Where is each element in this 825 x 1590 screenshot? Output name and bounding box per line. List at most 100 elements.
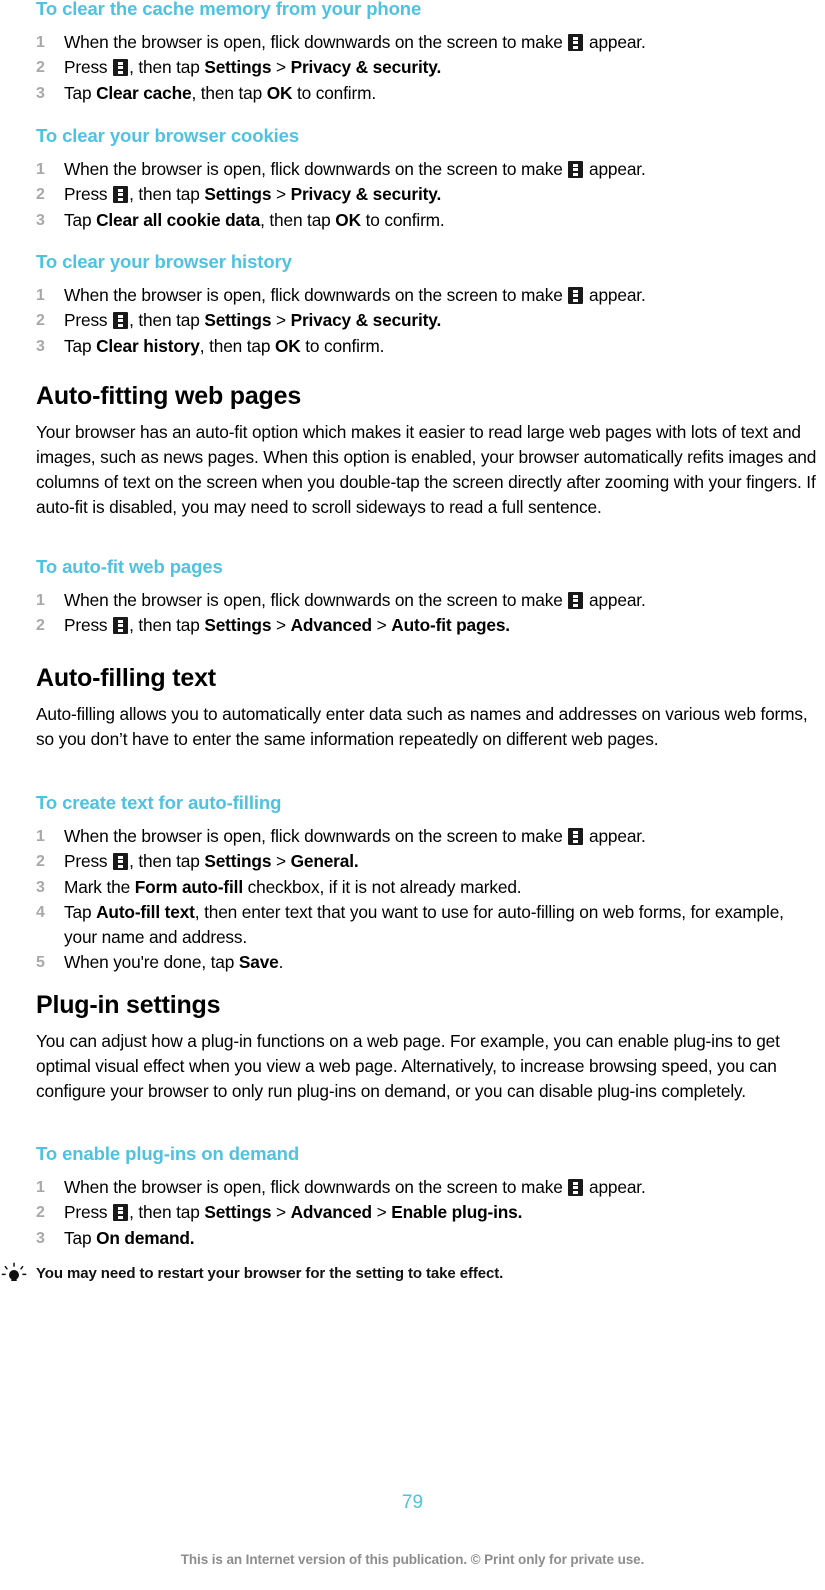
step-item: 3 Mark the Form auto-fill checkbox, if i… — [36, 875, 820, 900]
procedure-title: To clear your browser cookies — [36, 125, 300, 146]
step-item: 3 Tap Clear cache, then tap OK to confir… — [36, 81, 820, 106]
procedure-title: To clear the cache memory from your phon… — [36, 0, 422, 19]
step-text: Press , then tap Settings > Privacy & se… — [64, 57, 442, 78]
step-number: 2 — [36, 617, 45, 635]
section-title: Auto-filling text — [36, 664, 216, 692]
tip-note: You may need to restart your browser for… — [0, 1262, 825, 1284]
ui-label-save: Save — [238, 952, 279, 973]
separator: > — [376, 1202, 387, 1223]
step-item: 2 Press , then tap Settings > Privacy & … — [36, 182, 820, 207]
ui-label-advanced: Advanced — [290, 615, 373, 636]
overflow-menu-icon — [568, 1179, 584, 1196]
ui-label-ok: OK — [266, 82, 293, 103]
step-text: Press , then tap Settings > Advanced > E… — [64, 1202, 523, 1223]
overflow-menu-icon — [568, 828, 584, 845]
step-item: 1 When the browser is open, flick downwa… — [36, 283, 820, 308]
copyright-notice: This is an Internet version of this publ… — [180, 1552, 645, 1567]
step-number: 3 — [36, 211, 45, 229]
manual-page: To clear the cache memory from your phon… — [0, 0, 825, 1590]
ui-label-ok: OK — [275, 335, 301, 356]
separator: > — [376, 615, 387, 636]
step-number: 1 — [36, 287, 45, 304]
step-item: 1 When the browser is open, flick downwa… — [36, 30, 820, 55]
step-text: When the browser is open, flick downward… — [64, 32, 646, 52]
ui-label-privacy-security: Privacy & security. — [290, 310, 442, 331]
step-item: 2 Press , then tap Settings > Privacy & … — [36, 55, 820, 80]
ui-label-clear-cache: Clear cache — [96, 82, 192, 103]
procedure-enable-plug-ins-on-demand: To enable plug-ins on demand 1 When the … — [36, 1143, 820, 1251]
step-item: 2 Press , then tap Settings > General. — [36, 849, 820, 874]
ui-label-ok: OK — [335, 209, 361, 230]
procedure-clear-cookies: To clear your browser cookies 1 When the… — [36, 125, 820, 233]
ui-label-clear-history: Clear history — [96, 335, 200, 356]
ui-label-general: General. — [290, 851, 359, 872]
step-number: 4 — [36, 903, 45, 921]
separator: > — [275, 851, 286, 872]
section-body: Auto-filling allows you to automatically… — [36, 704, 808, 749]
ui-label-settings: Settings — [204, 851, 272, 872]
section-body: You can adjust how a plug-in functions o… — [36, 1031, 780, 1101]
step-number: 1 — [36, 1179, 45, 1196]
ui-label-on-demand: On demand. — [96, 1227, 195, 1248]
step-text: When the browser is open, flick downward… — [64, 590, 646, 610]
overflow-menu-icon — [568, 287, 584, 304]
ui-label-advanced: Advanced — [290, 1202, 373, 1223]
step-item: 2 Press , then tap Settings > Advanced >… — [36, 1200, 820, 1225]
ui-label-clear-all-cookie-data: Clear all cookie data — [96, 209, 261, 230]
section-plug-in-settings: Plug-in settings You can adjust how a pl… — [36, 990, 820, 1104]
procedure-auto-fit-web-pages: To auto-fit web pages 1 When the browser… — [36, 556, 820, 639]
procedure-title: To enable plug-ins on demand — [36, 1143, 300, 1164]
step-text: Press , then tap Settings > Privacy & se… — [64, 310, 442, 331]
ui-label-enable-plug-ins: Enable plug-ins. — [391, 1202, 523, 1223]
overflow-menu-icon — [568, 161, 584, 178]
section-auto-filling-text: Auto-filling text Auto-filling allows yo… — [36, 663, 820, 752]
ui-label-privacy-security: Privacy & security. — [290, 57, 442, 78]
step-number: 2 — [36, 186, 45, 204]
step-number: 2 — [36, 59, 45, 77]
step-text: When the browser is open, flick downward… — [64, 1177, 646, 1197]
step-text: Tap Clear cache, then tap OK to confirm. — [64, 82, 376, 103]
overflow-menu-icon — [113, 186, 129, 204]
ui-label-form-auto-fill: Form auto-fill — [134, 876, 243, 897]
step-text: Tap On demand. — [64, 1227, 195, 1248]
tip-text: You may need to restart your browser for… — [36, 1265, 504, 1282]
procedure-title: To auto-fit web pages — [36, 556, 223, 577]
lightbulb-icon — [1, 1262, 27, 1284]
ui-label-settings: Settings — [204, 615, 272, 636]
separator: > — [275, 615, 286, 636]
step-number: 3 — [36, 1229, 45, 1247]
overflow-menu-icon — [113, 617, 129, 635]
procedure-clear-history: To clear your browser history 1 When the… — [36, 251, 820, 359]
section-auto-fitting-web-pages: Auto-fitting web pages Your browser has … — [36, 381, 820, 520]
step-text: When the browser is open, flick downward… — [64, 826, 646, 846]
step-text: When the browser is open, flick downward… — [64, 285, 646, 305]
procedure-title: To create text for auto-filling — [36, 792, 282, 813]
step-number: 1 — [36, 34, 45, 51]
section-title: Plug-in settings — [36, 991, 221, 1019]
step-number: 1 — [36, 592, 45, 609]
step-text: Tap Auto-fill text, then enter text that… — [64, 901, 784, 948]
step-item: 1 When the browser is open, flick downwa… — [36, 588, 820, 613]
step-text: When you're done, tap Save. — [64, 952, 284, 973]
step-item: 1 When the browser is open, flick downwa… — [36, 157, 820, 182]
step-item: 5 When you're done, tap Save. — [36, 950, 820, 975]
step-text: Press , then tap Settings > Privacy & se… — [64, 184, 442, 205]
separator: > — [275, 184, 286, 205]
step-text: Tap Clear history, then tap OK to confir… — [64, 335, 385, 356]
overflow-menu-icon — [568, 592, 584, 609]
step-number: 1 — [36, 828, 45, 845]
ui-label-settings: Settings — [204, 184, 272, 205]
overflow-menu-icon — [113, 853, 129, 871]
separator: > — [275, 310, 286, 331]
step-text: When the browser is open, flick downward… — [64, 159, 646, 179]
separator: > — [275, 57, 286, 78]
overflow-menu-icon — [113, 1204, 129, 1222]
step-list: 1 When the browser is open, flick downwa… — [36, 1175, 820, 1251]
step-number: 3 — [36, 84, 45, 102]
step-list: 1 When the browser is open, flick downwa… — [36, 824, 820, 976]
ui-label-settings: Settings — [204, 57, 272, 78]
step-text: Press , then tap Settings > General. — [64, 851, 359, 872]
procedure-create-text-for-auto-filling: To create text for auto-filling 1 When t… — [36, 792, 820, 976]
step-number: 1 — [36, 161, 45, 178]
section-title: Auto-fitting web pages — [36, 382, 302, 410]
